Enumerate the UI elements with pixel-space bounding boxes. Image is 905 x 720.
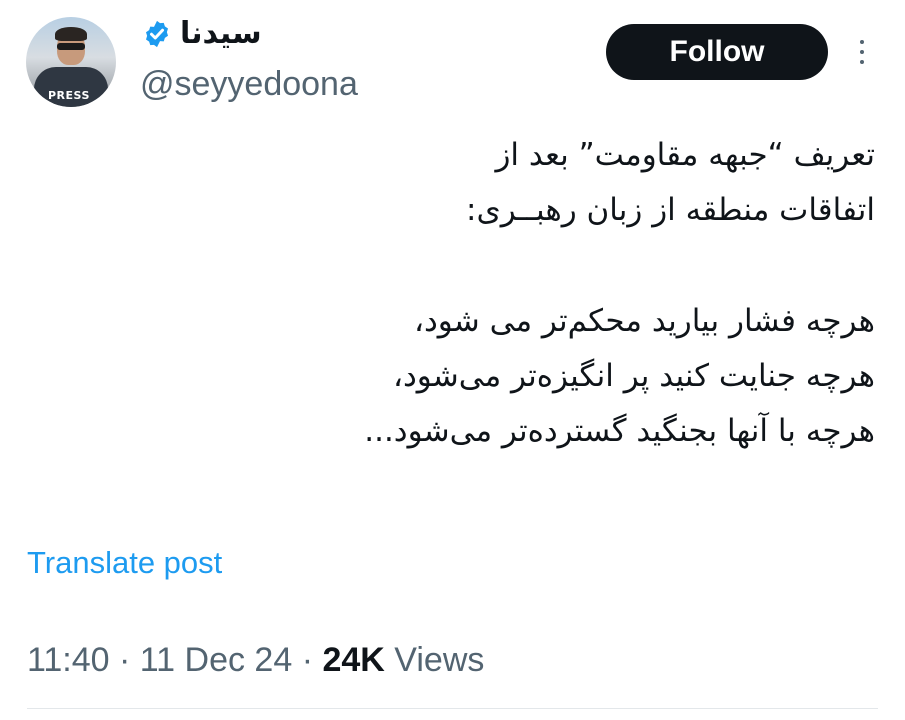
more-dot [860, 40, 864, 44]
more-vertical-icon[interactable] [850, 30, 874, 74]
views-label: Views [394, 641, 485, 679]
author-display-name: سیدنا [180, 16, 262, 51]
meta-separator: · [292, 641, 323, 679]
tweet-line: تعریف “جبهه مقاومت” بعد از [495, 137, 875, 173]
tweet-date[interactable]: 11 Dec 24 [140, 641, 292, 679]
avatar-hair [55, 27, 87, 41]
author-handle[interactable]: @seyyedoona [140, 64, 358, 104]
avatar[interactable]: PRESS [26, 17, 116, 107]
tweet-line: اتفاقات منطقه از زبان رهبــری: [466, 192, 875, 228]
divider [27, 708, 878, 709]
tweet-text: تعریف “جبهه مقاومت” بعد از اتفاقات منطقه… [195, 128, 875, 459]
tweet-line: هرچه با آنها بجنگید گسترده‌تر می‌شود... [364, 413, 875, 449]
author-name-row[interactable]: سیدنا [142, 14, 262, 54]
meta-separator: · [109, 641, 140, 679]
tweet-meta: 11:40 · 11 Dec 24 · 24K Views [27, 640, 484, 680]
avatar-glasses [57, 43, 85, 50]
views-count: 24K [322, 641, 385, 679]
more-dot [860, 60, 864, 64]
follow-button[interactable]: Follow [606, 24, 828, 80]
more-dot [860, 50, 864, 54]
tweet-line: هرچه جنایت کنید پر انگیزه‌تر می‌شود، [392, 358, 875, 394]
avatar-press-badge: PRESS [48, 89, 90, 102]
tweet-time[interactable]: 11:40 [27, 641, 110, 679]
translate-post-link[interactable]: Translate post [27, 543, 222, 583]
verified-badge-icon [146, 20, 168, 48]
tweet-line: هرچه فشار بیارید محکم‌تر می شود، [413, 303, 875, 339]
